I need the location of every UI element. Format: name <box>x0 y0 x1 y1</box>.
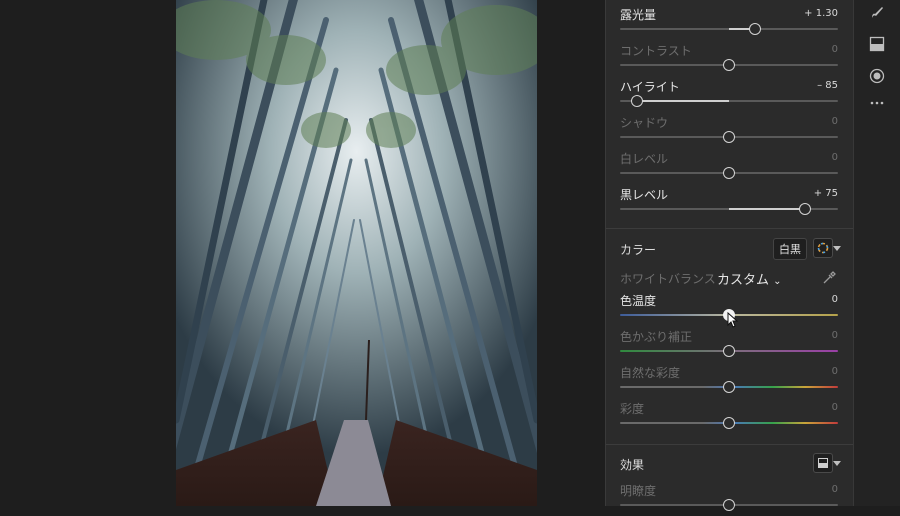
vibrance-value: 0 <box>831 366 838 377</box>
blacks-thumb[interactable] <box>799 203 812 215</box>
highlights-label: ハイライト <box>620 80 680 94</box>
radial-icon[interactable] <box>867 66 887 86</box>
saturation-label: 彩度 <box>620 402 645 416</box>
whites-value: 0 <box>831 152 838 163</box>
photo-canvas <box>0 0 605 506</box>
section-divider <box>606 228 854 229</box>
black-white-button[interactable]: 白黒 <box>773 238 807 260</box>
chevron-down-icon[interactable] <box>833 461 841 466</box>
shadows-thumb[interactable] <box>723 131 735 143</box>
clarity-thumb[interactable] <box>723 499 735 511</box>
highlights-slider[interactable]: ハイライト – 85 <box>620 78 838 112</box>
exposure-value: + 1.30 <box>804 8 838 19</box>
highlights-thumb[interactable] <box>631 95 644 107</box>
saturation-value: 0 <box>831 402 838 413</box>
color-section-header[interactable]: カラー 白黒 <box>620 236 841 260</box>
shadows-slider[interactable]: シャドウ 0 <box>620 114 838 148</box>
exposure-track[interactable] <box>620 28 838 30</box>
highlights-fill <box>637 100 729 102</box>
shadows-label: シャドウ <box>620 116 669 130</box>
blacks-value: + 75 <box>813 188 838 199</box>
clarity-slider[interactable]: 明瞭度 0 <box>620 482 838 516</box>
exposure-slider[interactable]: 露光量 + 1.30 <box>620 6 838 40</box>
color-wheel-icon <box>817 242 829 254</box>
tint-slider[interactable]: 色かぶり補正 0 <box>620 328 838 362</box>
effects-section-title: 効果 <box>620 458 645 472</box>
photo-illustration <box>176 0 537 506</box>
saturation-slider[interactable]: 彩度 0 <box>620 400 838 434</box>
vibrance-slider[interactable]: 自然な彩度 0 <box>620 364 838 398</box>
section-divider <box>606 444 854 445</box>
shadows-value: 0 <box>831 116 838 127</box>
clarity-label: 明瞭度 <box>620 484 657 498</box>
edit-panel: 露光量 + 1.30 コントラスト 0 ハイライト – 85 シャドウ 0 白レベル 0 黒レベル +… <box>605 0 854 511</box>
exposure-thumb[interactable] <box>749 23 762 35</box>
tool-strip <box>853 0 900 506</box>
more-icon[interactable] <box>867 93 887 113</box>
gradient-icon[interactable] <box>867 34 887 54</box>
highlights-track[interactable] <box>620 100 838 102</box>
white-balance-select[interactable]: カスタム ⌄ <box>717 269 782 288</box>
whites-slider[interactable]: 白レベル 0 <box>620 150 838 184</box>
temp-value: 0 <box>831 294 838 305</box>
highlights-value: – 85 <box>817 80 838 91</box>
whites-label: 白レベル <box>620 152 669 166</box>
white-balance-row: ホワイトバランス カスタム ⌄ <box>620 270 838 288</box>
vibrance-thumb[interactable] <box>723 381 735 393</box>
white-balance-label: ホワイトバランス <box>620 272 716 286</box>
tint-label: 色かぶり補正 <box>620 330 693 344</box>
exposure-label: 露光量 <box>620 8 657 22</box>
blacks-slider[interactable]: 黒レベル + 75 <box>620 186 838 220</box>
chevron-down-icon[interactable] <box>833 246 841 251</box>
effects-preset-button[interactable] <box>813 453 833 473</box>
mouse-cursor-icon <box>727 312 739 328</box>
contrast-value: 0 <box>831 44 838 55</box>
contrast-slider[interactable]: コントラスト 0 <box>620 42 838 76</box>
tint-thumb[interactable] <box>723 345 735 357</box>
saturation-thumb[interactable] <box>723 417 735 429</box>
whites-thumb[interactable] <box>723 167 735 179</box>
blacks-fill <box>729 208 806 210</box>
chevron-down-icon: ⌄ <box>773 276 782 287</box>
vignette-icon <box>818 458 828 468</box>
clarity-value: 0 <box>831 484 838 495</box>
eyedropper-icon[interactable] <box>822 270 836 289</box>
effects-section-header[interactable]: 効果 <box>620 451 841 475</box>
contrast-label: コントラスト <box>620 44 692 58</box>
blacks-label: 黒レベル <box>620 188 669 202</box>
white-balance-value: カスタム <box>717 273 770 288</box>
color-section-title: カラー <box>620 243 657 257</box>
tint-value: 0 <box>831 330 838 341</box>
vibrance-label: 自然な彩度 <box>620 366 681 380</box>
brush-icon[interactable] <box>867 3 887 23</box>
bamboo-forest-photo[interactable] <box>176 0 537 506</box>
contrast-thumb[interactable] <box>723 59 735 71</box>
temp-label: 色温度 <box>620 294 657 308</box>
color-mixer-button[interactable] <box>813 238 833 258</box>
